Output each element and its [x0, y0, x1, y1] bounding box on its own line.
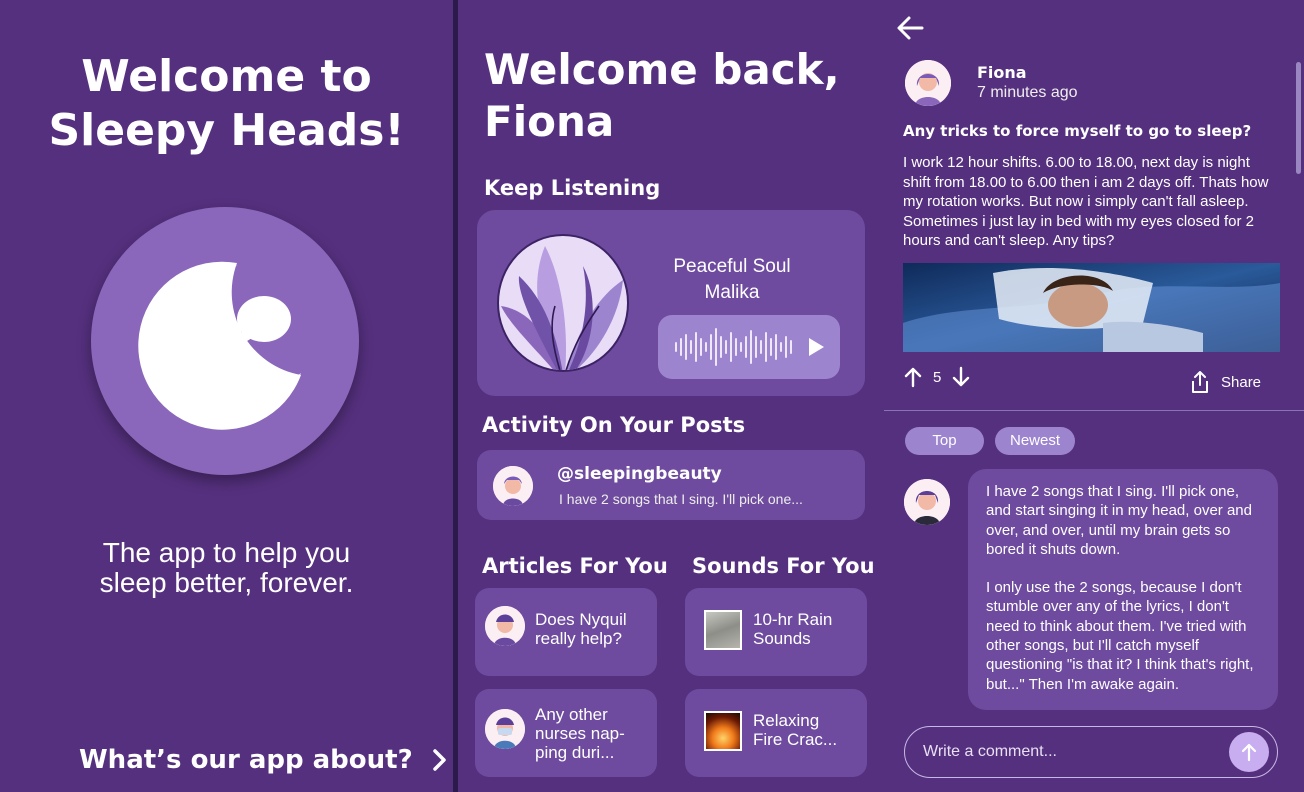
app-logo: [91, 207, 359, 475]
article-title: Does Nyquil really help?: [535, 610, 627, 648]
article-title-line: nurses nap-: [535, 724, 625, 743]
tagline-line2: sleep better, forever.: [99, 567, 354, 598]
tagline-line1: The app to help you: [102, 537, 351, 568]
sound-title-line: Sounds: [753, 629, 811, 648]
article-title-line: really help?: [535, 629, 622, 648]
activity-heading: Activity On Your Posts: [482, 413, 746, 437]
sound-card[interactable]: 10-hr Rain Sounds: [685, 588, 867, 676]
activity-preview: I have 2 songs that I sing. I'll pick on…: [559, 491, 803, 507]
keep-listening-heading: Keep Listening: [484, 176, 661, 200]
upvote-icon[interactable]: [903, 366, 923, 388]
avatar[interactable]: [904, 479, 950, 525]
comment-bubble: I have 2 songs that I sing. I'll pick on…: [968, 469, 1278, 710]
home-title: Welcome back, Fiona: [484, 44, 840, 148]
sort-newest-button[interactable]: Newest: [995, 427, 1075, 455]
onboarding-screen: Welcome to Sleepy Heads! The app to help…: [0, 0, 453, 792]
sound-title-line: Relaxing: [753, 711, 820, 730]
sound-title-line: 10-hr Rain: [753, 610, 833, 629]
activity-handle: @sleepingbeauty: [557, 464, 722, 484]
activity-card[interactable]: @sleepingbeauty I have 2 songs that I si…: [477, 450, 865, 520]
home-screen: Welcome back, Fiona Keep Listening Peace…: [458, 0, 884, 792]
articles-heading: Articles For You: [482, 554, 668, 578]
post-image: [903, 263, 1280, 352]
audio-player[interactable]: [658, 315, 840, 379]
sort-top-button[interactable]: Top: [905, 427, 984, 455]
play-icon[interactable]: [807, 337, 825, 357]
moon-chat-logo-icon: [138, 261, 301, 430]
send-button[interactable]: [1229, 732, 1269, 772]
vote-count: 5: [933, 368, 942, 386]
back-arrow-icon: [897, 16, 924, 40]
article-title-line: Does Nyquil: [535, 610, 627, 629]
post-time: 7 minutes ago: [977, 84, 1078, 101]
post-screen: Fiona 7 minutes ago Any tricks to force …: [884, 0, 1304, 792]
post-title: Any tricks to force myself to go to slee…: [903, 122, 1252, 140]
chevron-right-icon: [432, 749, 446, 771]
send-icon: [1241, 743, 1257, 762]
article-card[interactable]: Does Nyquil really help?: [475, 588, 657, 676]
rain-thumbnail: [704, 610, 742, 650]
article-title-line: Any other: [535, 705, 608, 724]
avatar: [485, 709, 525, 749]
back-button[interactable]: [894, 12, 926, 48]
article-title: Any other nurses nap- ping duri...: [535, 705, 625, 762]
user-avatar-icon: [493, 466, 533, 506]
comment-paragraph: I only use the 2 songs, because I don't …: [986, 579, 1254, 693]
avatar: [485, 606, 525, 646]
share-button[interactable]: Share: [1189, 370, 1261, 394]
article-avatar-icon: [485, 606, 525, 646]
about-app-link[interactable]: What’s our app about?: [79, 745, 447, 775]
avatar: [493, 466, 533, 506]
sound-card[interactable]: Relaxing Fire Crac...: [685, 689, 867, 777]
sound-title: 10-hr Rain Sounds: [753, 610, 832, 648]
welcome-title-line1: Welcome to: [81, 51, 372, 102]
share-icon: [1192, 371, 1208, 393]
track-artist: Malika: [704, 282, 760, 303]
scrollbar[interactable]: [1296, 62, 1301, 174]
author-avatar-icon: [905, 60, 951, 106]
leaf-artwork-icon: [501, 246, 623, 370]
welcome-title: Welcome to Sleepy Heads!: [0, 50, 453, 158]
track-title: Peaceful Soul: [673, 256, 791, 277]
welcome-title-line2: Sleepy Heads!: [48, 105, 405, 156]
tagline: The app to help you sleep better, foreve…: [0, 538, 453, 598]
post-body: I work 12 hour shifts. 6.00 to 18.00, ne…: [903, 154, 1269, 249]
commenter-avatar-icon: [904, 479, 950, 525]
vote-controls: 5: [903, 366, 971, 388]
sounds-heading: Sounds For You: [692, 554, 875, 578]
track-artwork: [497, 234, 629, 372]
comment-input[interactable]: [904, 726, 1278, 778]
nurse-avatar-icon: [485, 709, 525, 749]
fire-thumbnail: [704, 711, 742, 751]
about-app-label: What’s our app about?: [79, 745, 413, 775]
home-title-line2: Fiona: [484, 97, 615, 146]
divider: [884, 410, 1304, 411]
keep-listening-card[interactable]: Peaceful Soul Malika: [477, 210, 865, 396]
sound-title-line: Fire Crac...: [753, 730, 838, 749]
share-label: Share: [1221, 373, 1262, 391]
sound-title: Relaxing Fire Crac...: [753, 711, 837, 749]
sleepless-woman-image: [903, 263, 1280, 352]
article-card[interactable]: Any other nurses nap- ping duri...: [475, 689, 657, 777]
downvote-icon[interactable]: [951, 366, 971, 388]
home-title-line1: Welcome back,: [484, 45, 840, 94]
avatar[interactable]: [905, 60, 951, 106]
article-title-line: ping duri...: [535, 743, 615, 762]
comment-paragraph: I have 2 songs that I sing. I'll pick on…: [986, 483, 1252, 558]
post-author: Fiona: [977, 63, 1027, 82]
